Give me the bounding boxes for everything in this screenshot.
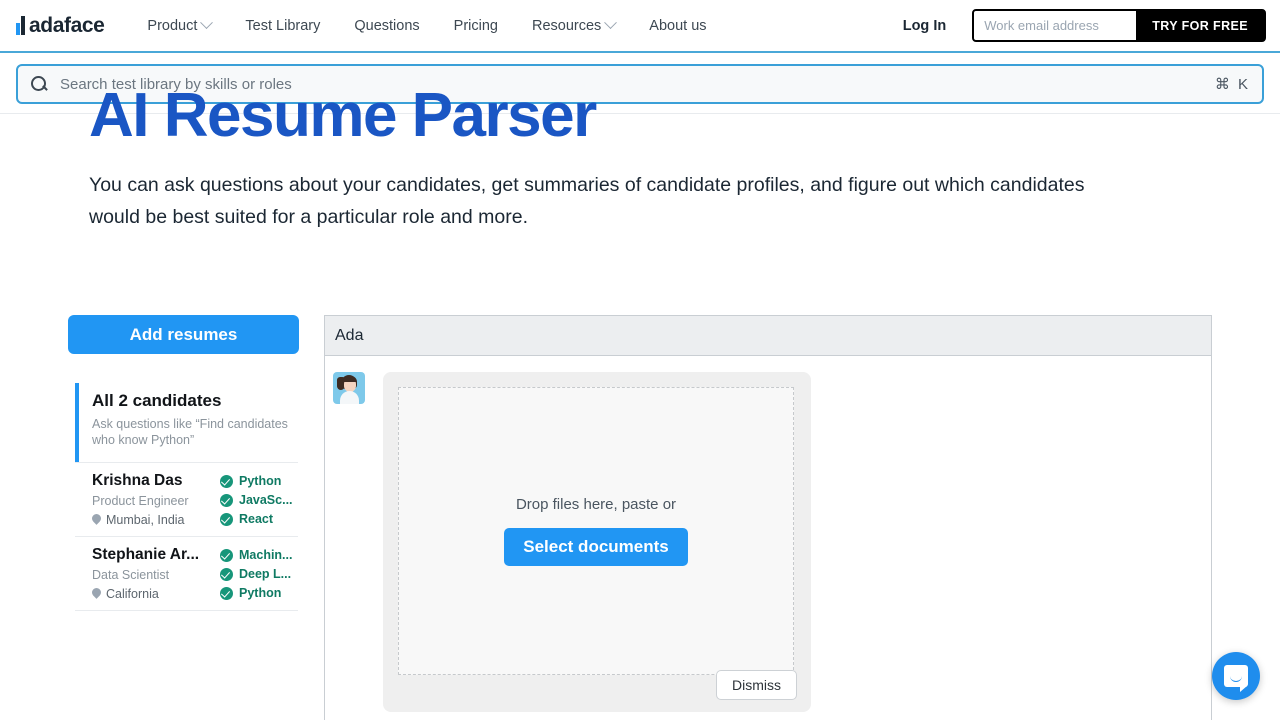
list-item[interactable]: Krishna Das Product Engineer Mumbai, Ind… (75, 463, 298, 537)
nav-item-questions[interactable]: Questions (337, 0, 436, 51)
panel-header: Ada (325, 316, 1211, 356)
nav-item-product[interactable]: Product (130, 0, 228, 51)
panel-title: Ada (335, 326, 364, 344)
sidebar-item-all-candidates[interactable]: All 2 candidates Ask questions like “Fin… (75, 383, 298, 463)
nav-item-about-us[interactable]: About us (632, 0, 723, 51)
file-drop-zone[interactable]: Drop files here, paste or Select documen… (398, 387, 794, 675)
panel-body: Drop files here, paste or Select documen… (325, 356, 1211, 712)
candidates-sidebar: Add resumes All 2 candidates Ask questio… (68, 315, 299, 611)
candidate-name: Krishna Das (92, 472, 183, 489)
candidate-skills: Machin... Deep L... Python (220, 546, 292, 601)
check-circle-icon (220, 548, 233, 562)
candidate-info: Krishna Das Product Engineer Mumbai, Ind… (92, 472, 220, 527)
candidate-role: Data Scientist (92, 568, 170, 582)
check-circle-icon (220, 586, 233, 600)
skill-label: React (239, 512, 274, 526)
skill-label: JavaSc... (239, 493, 292, 507)
nav-item-pricing[interactable]: Pricing (437, 0, 515, 51)
skill-label: Python (239, 586, 282, 600)
candidate-location: California (92, 587, 220, 601)
candidate-location: Mumbai, India (92, 513, 220, 527)
nav-right-actions: Log In TRY FOR FREE (877, 9, 1280, 42)
resume-parser-app: Add resumes All 2 candidates Ask questio… (0, 315, 1280, 720)
nav-item-product-label: Product (147, 17, 198, 34)
chevron-down-icon (604, 16, 618, 30)
adaface-logo-mark-icon (16, 16, 27, 35)
nav-item-resources[interactable]: Resources (515, 0, 632, 51)
top-navigation-bar: adaface Product Test Library Questions P… (0, 0, 1280, 53)
skill-badge: Machin... (220, 548, 292, 562)
dismiss-button[interactable]: Dismiss (716, 670, 797, 700)
candidate-role: Product Engineer (92, 494, 189, 508)
nav-item-test-library-label: Test Library (245, 17, 321, 34)
skill-badge: Python (220, 586, 292, 600)
page-title: AI Resume Parser (89, 85, 597, 147)
check-circle-icon (220, 474, 233, 488)
adaface-logo-text: adaface (29, 14, 105, 37)
nav-item-test-library[interactable]: Test Library (228, 0, 337, 51)
list-item[interactable]: Stephanie Ar... Data Scientist Californi… (75, 537, 298, 611)
adaface-logo[interactable]: adaface (16, 14, 105, 37)
hero-section: AI Resume Parser You can ask questions a… (0, 85, 1280, 233)
candidate-location-label: California (106, 587, 159, 601)
skill-badge: Python (220, 474, 292, 488)
upload-message-card: Drop files here, paste or Select documen… (383, 372, 811, 712)
check-circle-icon (220, 493, 233, 507)
skill-badge: Deep L... (220, 567, 292, 581)
work-email-field[interactable] (974, 11, 1137, 40)
ada-chat-panel: Ada Drop files here, paste or Select doc… (324, 315, 1212, 720)
candidate-list: All 2 candidates Ask questions like “Fin… (75, 383, 298, 611)
avatar (333, 372, 365, 404)
nav-item-questions-label: Questions (354, 17, 420, 34)
skill-label: Deep L... (239, 567, 292, 581)
intercom-chat-launcher[interactable] (1212, 652, 1260, 700)
select-documents-button[interactable]: Select documents (504, 528, 688, 566)
nav-item-about-us-label: About us (649, 17, 707, 34)
location-pin-icon (92, 514, 101, 526)
signup-group: TRY FOR FREE (972, 9, 1266, 42)
check-circle-icon (220, 512, 233, 526)
add-resumes-button[interactable]: Add resumes (68, 315, 299, 354)
skill-label: Machin... (239, 548, 292, 562)
candidate-location-label: Mumbai, India (106, 513, 185, 527)
dismiss-row: Dismiss (716, 670, 797, 700)
try-for-free-button[interactable]: TRY FOR FREE (1136, 11, 1264, 40)
all-candidates-title: All 2 candidates (92, 391, 222, 410)
candidate-skills: Python JavaSc... React (220, 472, 292, 527)
chat-bubble-icon (1224, 665, 1248, 692)
hero-subtitle: You can ask questions about your candida… (89, 174, 1085, 228)
login-link[interactable]: Log In (877, 18, 973, 34)
main-nav-links: Product Test Library Questions Pricing R… (130, 0, 723, 51)
candidate-name: Stephanie Ar... (92, 546, 200, 563)
chevron-down-icon (200, 16, 214, 30)
location-pin-icon (92, 588, 101, 600)
nav-item-resources-label: Resources (531, 17, 602, 34)
skill-badge: React (220, 512, 292, 526)
nav-item-pricing-label: Pricing (453, 17, 498, 34)
check-circle-icon (220, 567, 233, 581)
skill-label: Python (239, 474, 282, 488)
smile-icon (1230, 676, 1242, 682)
all-candidates-hint: Ask questions like “Find candidates who … (92, 417, 288, 447)
drop-files-label: Drop files here, paste or (515, 496, 677, 513)
skill-badge: JavaSc... (220, 493, 292, 507)
candidate-info: Stephanie Ar... Data Scientist Californi… (92, 546, 220, 601)
